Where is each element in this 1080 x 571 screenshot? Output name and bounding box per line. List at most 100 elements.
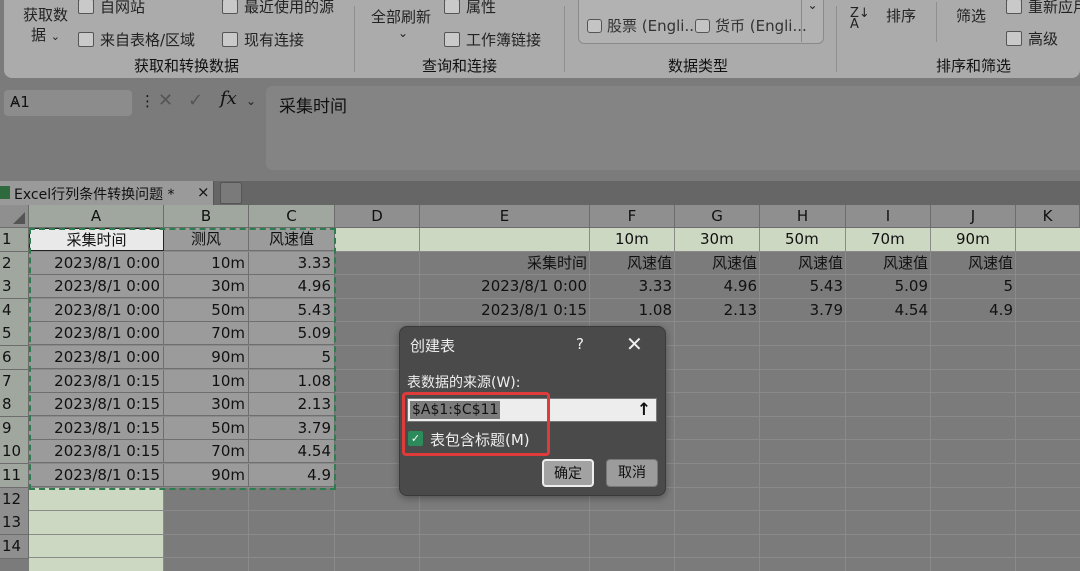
row-header[interactable]: 5 bbox=[0, 322, 29, 347]
pivot-value-cell[interactable]: 4.96 bbox=[675, 275, 760, 298]
name-box[interactable]: A1 ⌄ bbox=[4, 90, 132, 116]
selection-marquee bbox=[29, 228, 336, 490]
pivot-value-header-cell[interactable]: 风速值 bbox=[846, 252, 931, 275]
row-header[interactable]: 6 bbox=[0, 346, 29, 370]
group-label-queries: 查询和连接 bbox=[422, 57, 498, 75]
row-header[interactable]: 11 bbox=[0, 464, 29, 488]
pivot-value-cell[interactable]: 5.43 bbox=[760, 275, 846, 298]
currencies-data-type[interactable]: 货币 (Engli... bbox=[695, 15, 807, 36]
chevron-down-icon[interactable]: ⌄ bbox=[10, 92, 126, 107]
refresh-all-button[interactable]: 全部刷新 bbox=[371, 6, 431, 27]
excel-icon bbox=[0, 186, 10, 199]
select-all-button[interactable] bbox=[0, 205, 29, 228]
column-header[interactable]: I bbox=[846, 205, 931, 228]
gallery-more-icon[interactable]: ⌄ bbox=[801, 0, 823, 42]
pivot-value-cell[interactable]: 4.54 bbox=[846, 299, 931, 322]
select-all-icon bbox=[13, 212, 25, 224]
get-data-dropdown[interactable]: 据 ⌄ bbox=[31, 24, 60, 45]
row-header[interactable]: 12 bbox=[0, 487, 29, 512]
dialog-title: 创建表 bbox=[410, 337, 456, 355]
column-header[interactable]: H bbox=[760, 205, 846, 228]
pivot-value-cell[interactable]: 2.13 bbox=[675, 299, 760, 322]
workbook-tab[interactable]: Excel行列条件转换问题 * × bbox=[0, 181, 214, 205]
row-header[interactable]: 9 bbox=[0, 416, 29, 441]
group-label-data-types: 数据类型 bbox=[668, 57, 729, 75]
column-header[interactable]: J bbox=[931, 205, 1016, 228]
from-table-button[interactable]: 来自表格/区域 bbox=[78, 29, 195, 50]
close-tab-icon[interactable]: × bbox=[197, 183, 210, 201]
row-header[interactable]: 4 bbox=[0, 298, 29, 323]
get-data-button[interactable]: 获取数 bbox=[23, 4, 68, 25]
pivot-value-cell[interactable]: 5.09 bbox=[846, 275, 931, 298]
new-tab-button[interactable] bbox=[220, 182, 242, 204]
pivot-row-header-cell[interactable]: 采集时间 bbox=[420, 252, 590, 275]
pivot-value-cell[interactable]: 3.79 bbox=[760, 299, 846, 322]
pivot-height-cell[interactable]: 90m bbox=[953, 228, 1016, 251]
row-header[interactable]: 7 bbox=[0, 369, 29, 394]
group-divider bbox=[564, 6, 565, 72]
cancel-entry-icon[interactable]: ✕ bbox=[158, 90, 173, 111]
formula-input[interactable]: 采集时间 bbox=[266, 86, 1080, 170]
cancel-button[interactable]: 取消 bbox=[606, 459, 658, 487]
column-header[interactable]: D bbox=[335, 205, 420, 228]
sort-az-icon[interactable]: Z↓ A bbox=[850, 7, 870, 31]
column-header[interactable]: A bbox=[29, 205, 164, 228]
column-header[interactable]: G bbox=[675, 205, 760, 228]
pivot-height-cell[interactable]: 70m bbox=[868, 228, 931, 251]
group-label-get-transform: 获取和转换数据 bbox=[134, 57, 240, 75]
pivot-height-cell[interactable]: 10m bbox=[612, 228, 675, 251]
existing-connections-button[interactable]: 现有连接 bbox=[222, 29, 304, 50]
pivot-time-cell[interactable]: 2023/8/1 0:00 bbox=[420, 275, 590, 298]
column-header[interactable]: F bbox=[590, 205, 675, 228]
pivot-value-header-cell[interactable]: 风速值 bbox=[931, 252, 1016, 275]
recent-sources-icon bbox=[222, 0, 238, 14]
row-header[interactable]: 1 bbox=[0, 228, 29, 252]
pivot-time-cell[interactable]: 2023/8/1 0:15 bbox=[420, 299, 590, 322]
pivot-value-header-cell[interactable]: 风速值 bbox=[760, 252, 846, 275]
column-header[interactable]: E bbox=[420, 205, 590, 228]
help-icon[interactable]: ? bbox=[576, 335, 584, 353]
insert-function-button[interactable]: fx bbox=[220, 88, 237, 109]
pivot-value-cell[interactable]: 1.08 bbox=[590, 299, 675, 322]
data-types-gallery[interactable]: 股票 (Engli... 货币 (Engli... ⌄ bbox=[578, 0, 824, 44]
currencies-icon bbox=[695, 19, 710, 33]
recent-sources-button[interactable]: 最近使用的源 bbox=[222, 0, 334, 17]
row-header[interactable]: 14 bbox=[0, 534, 29, 559]
column-header[interactable]: C bbox=[249, 205, 335, 228]
reapply-button[interactable]: 重新应用 bbox=[1006, 0, 1080, 17]
pivot-height-cell[interactable]: 50m bbox=[782, 228, 846, 251]
row-header[interactable]: 10 bbox=[0, 440, 29, 465]
pivot-value-cell[interactable]: 4.9 bbox=[931, 299, 1016, 322]
stocks-data-type[interactable]: 股票 (Engli... bbox=[587, 15, 699, 36]
collapse-dialog-icon[interactable]: ↑ bbox=[634, 400, 654, 420]
row-header[interactable]: 3 bbox=[0, 275, 29, 300]
pivot-value-cell[interactable]: 5 bbox=[931, 275, 1016, 298]
gridline bbox=[29, 533, 1080, 535]
close-icon[interactable]: ✕ bbox=[626, 332, 643, 356]
ok-button[interactable]: 确定 bbox=[542, 459, 594, 487]
column-header[interactable]: B bbox=[164, 205, 249, 228]
advanced-filter-button[interactable]: 高级 bbox=[1006, 28, 1058, 49]
chevron-down-icon[interactable]: ⌄ bbox=[246, 94, 256, 108]
row-header[interactable]: 2 bbox=[0, 251, 29, 276]
pivot-height-cell[interactable]: 30m bbox=[697, 228, 760, 251]
pivot-value-cell[interactable]: 3.33 bbox=[590, 275, 675, 298]
filter-button[interactable]: 筛选 bbox=[956, 5, 986, 26]
workbook-tab-bar: Excel行列条件转换问题 * × bbox=[0, 181, 1080, 205]
gridline bbox=[29, 510, 1080, 512]
properties-button[interactable]: 属性 bbox=[444, 0, 496, 17]
formula-content: 采集时间 bbox=[279, 97, 347, 117]
confirm-entry-icon[interactable]: ✓ bbox=[188, 90, 203, 111]
group-divider bbox=[354, 6, 355, 72]
row-header[interactable]: 8 bbox=[0, 393, 29, 418]
pivot-value-header-cell[interactable]: 风速值 bbox=[675, 252, 760, 275]
refresh-all-dropdown-icon[interactable]: ⌄ bbox=[398, 26, 408, 40]
reapply-icon bbox=[1006, 0, 1022, 14]
from-web-button[interactable]: 自网站 bbox=[78, 0, 145, 17]
row-header[interactable]: 13 bbox=[0, 511, 29, 536]
workbook-links-button[interactable]: 工作簿链接 bbox=[444, 29, 541, 50]
sort-button[interactable]: 排序 bbox=[886, 5, 916, 26]
pivot-value-header-cell[interactable]: 风速值 bbox=[590, 252, 675, 275]
more-options-icon[interactable]: ⋮ bbox=[140, 92, 155, 110]
column-header[interactable]: K bbox=[1016, 205, 1080, 228]
